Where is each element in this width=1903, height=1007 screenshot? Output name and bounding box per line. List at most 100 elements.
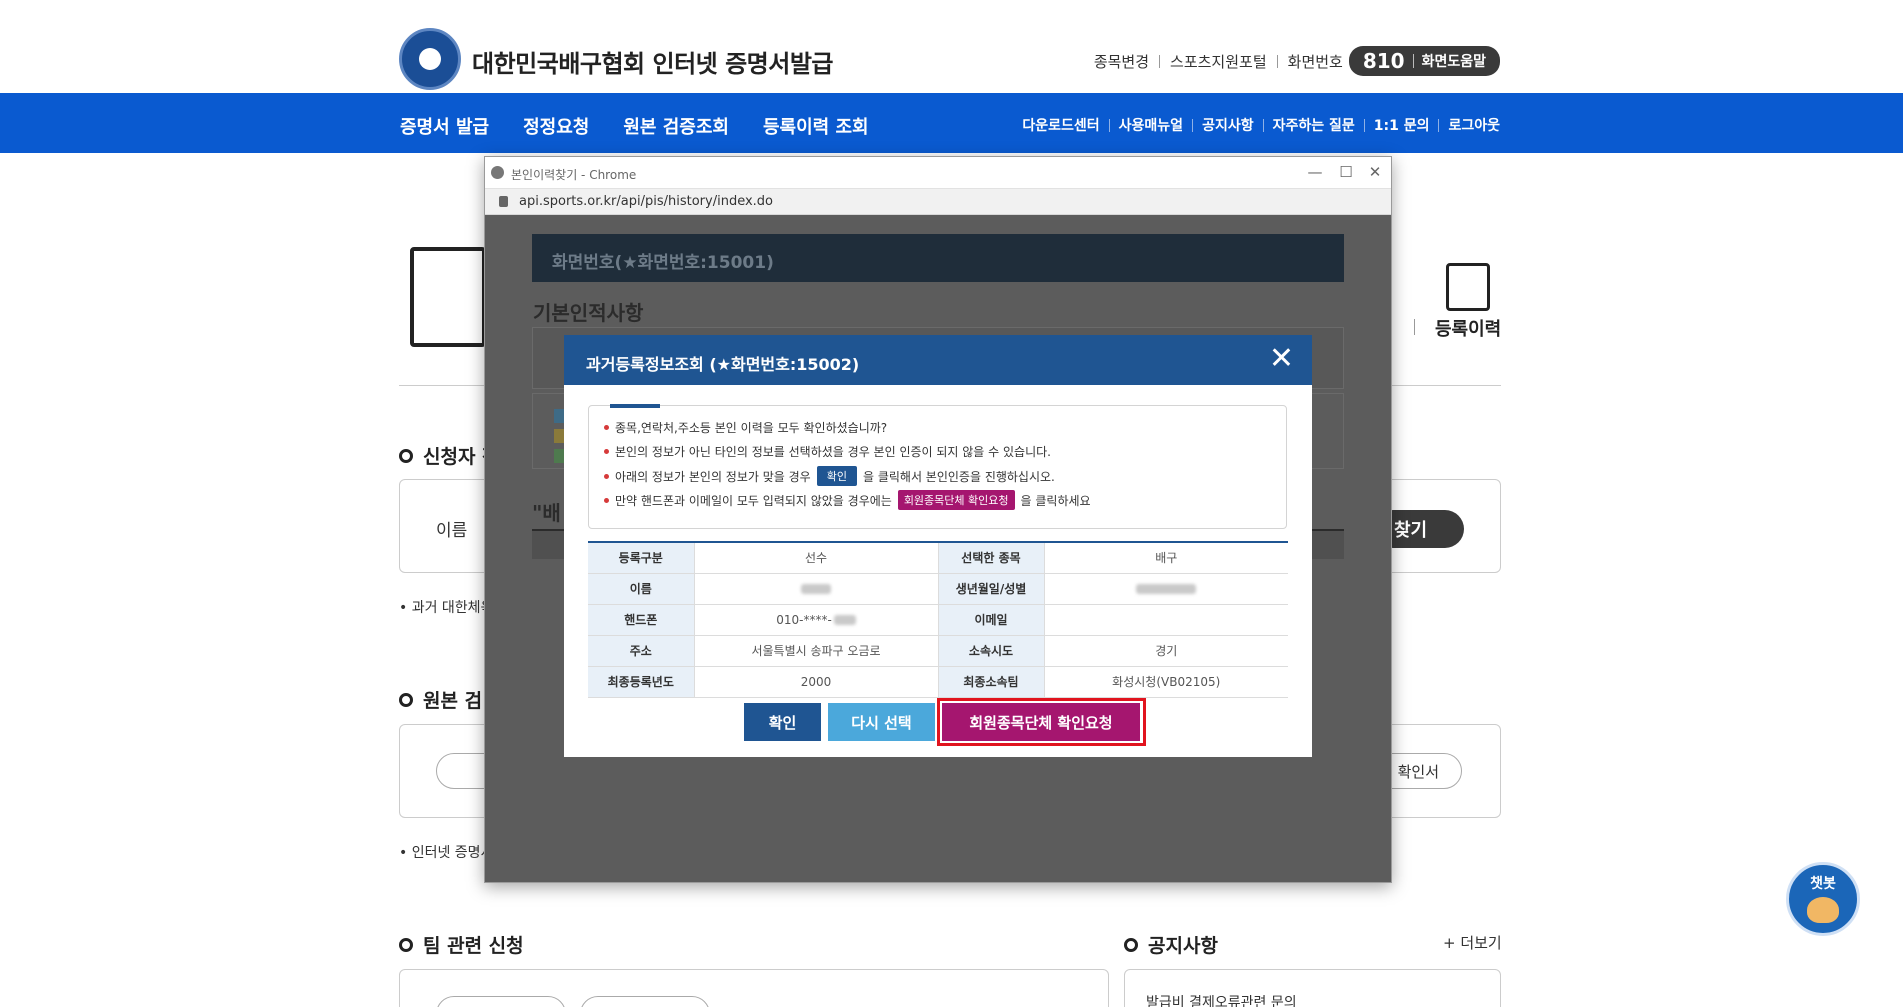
red-bullet-icon [604,473,609,479]
table-cell: 서울특별시 송파구 오금로 [694,635,939,667]
table-row: 최종등록년도 2000 최종소속팀 화성시청(VB02105) [588,666,1288,698]
table-row: 주소 서울특별시 송파구 오금로 소속시도 경기 [588,635,1288,667]
table-header-cell: 주소 [588,635,695,667]
original-section-title: 원본 검 [399,686,482,713]
maximize-icon[interactable]: ☐ [1336,163,1356,181]
menu-correction-request[interactable]: 정정요청 [523,113,589,139]
confirm-tag: 확인 [816,466,857,486]
name-label: 이름 [436,521,468,541]
info-line-3: 아래의 정보가 본인의 정보가 맞을 경우 확인 을 클릭해서 본인인증을 진행… [604,466,1055,486]
past-note: • 과거 대한체육 [399,600,494,616]
inner-page-header: 화면번호(★화면번호:15001) [532,234,1344,282]
modal-header: 과거등록정보조회 (★화면번호:15002) ✕ [564,335,1312,385]
menu-certificate-issue[interactable]: 증명서 발급 [400,113,489,139]
confirm-button[interactable]: 확인 [744,703,821,741]
certificate-icon [410,247,486,347]
team-section-label: 팀 관련 신청 [423,935,524,957]
close-window-icon[interactable]: ✕ [1365,163,1385,181]
info-line-4-suffix: 을 클릭하세요 [1020,493,1091,508]
divider [1414,319,1415,335]
registration-info-table: 등록구분 선수 선택한 종목 배구 이름 생년월일/성별 핸드폰 010-***… [588,541,1288,698]
table-cell-redacted [694,573,939,605]
divider [1108,118,1110,132]
screen-help-button[interactable]: 810 화면도움말 [1348,46,1500,76]
minimize-icon[interactable]: — [1305,163,1325,181]
red-bullet-icon [604,497,609,503]
inner-marker [554,449,564,463]
top-link-sport-change[interactable]: 종목변경 [1094,51,1149,72]
info-tab-accent [610,404,660,408]
window-title: 본인이력찾기 - Chrome [511,168,637,182]
circle-bullet-icon [399,937,413,952]
info-line-3-suffix: 을 클릭해서 본인인증을 진행하십시오. [862,469,1055,484]
reselect-button[interactable]: 다시 선택 [828,703,935,741]
main-menu: 증명서 발급 정정요청 원본 검증조회 등록이력 조회 [400,113,869,139]
history-modal: 과거등록정보조회 (★화면번호:15002) ✕ 종목,연락처,주소등 본인 이… [564,335,1312,757]
table-header-cell: 등록구분 [588,542,695,574]
table-header-cell: 핸드폰 [588,604,695,636]
original-section-label: 원본 검 [423,690,483,712]
red-bullet-icon [604,425,609,430]
util-notice[interactable]: 공지사항 [1202,115,1254,135]
table-row: 핸드폰 010-****- 이메일 [588,604,1288,636]
util-user-manual[interactable]: 사용매뉴얼 [1119,115,1183,135]
table-cell [1044,604,1288,636]
util-logout[interactable]: 로그아웃 [1448,115,1500,135]
circle-bullet-icon [399,692,413,707]
team-pill-2[interactable] [580,996,710,1007]
url-text[interactable]: api.sports.or.kr/api/pis/history/index.d… [519,194,773,209]
chatbot-button[interactable]: 챗봇 [1786,862,1860,936]
table-cell: 선수 [694,542,939,574]
util-menu: 다운로드센터 사용매뉴얼 공지사항 자주하는 질문 1:1 문의 로그아웃 [1022,115,1500,135]
clipboard-icon [1446,263,1490,311]
info-line-2: 본인의 정보가 아닌 타인의 정보를 선택하셨을 경우 본인 인증이 되지 않을… [604,443,1051,460]
chatbot-label: 챗봇 [1810,876,1836,892]
registration-history-link[interactable]: 등록이력 [1435,315,1501,341]
divider [1438,118,1440,132]
table-cell: 010-****- [694,604,939,636]
menu-registration-history[interactable]: 등록이력 조회 [763,113,869,139]
menu-original-verify[interactable]: 원본 검증조회 [623,113,729,139]
notice-more-link[interactable]: + 더보기 [1443,932,1502,953]
address-bar[interactable]: api.sports.or.kr/api/pis/history/index.d… [485,189,1391,215]
divider [1192,118,1194,132]
util-inquiry[interactable]: 1:1 문의 [1374,115,1430,135]
divider [1262,118,1264,132]
notice-item[interactable]: 발급비 결제오류관련 문의 [1146,992,1297,1007]
phone-prefix: 010-****- [776,612,832,627]
info-line-4: 만약 핸드폰과 이메일이 모두 입력되지 않았을 경우에는 회원종목단체 확인요… [604,490,1091,510]
divider [1276,54,1278,68]
util-faq[interactable]: 자주하는 질문 [1273,115,1355,135]
request-tag: 회원종목단체 확인요청 [897,490,1015,510]
divider [1159,54,1161,68]
info-line-1-text: 종목,연락처,주소등 본인 이력을 모두 확인하셨습니까? [615,421,888,435]
info-line-2-text: 본인의 정보가 아닌 타인의 정보를 선택하셨을 경우 본인 인증이 되지 않을… [615,445,1051,459]
divider [1412,54,1414,68]
table-row: 등록구분 선수 선택한 종목 배구 [588,542,1288,574]
table-cell: 화성시청(VB02105) [1044,666,1288,698]
inner-quote-text: "배 [532,501,561,525]
table-cell: 2000 [694,666,939,698]
top-link-screen-number-label: 화면번호 [1287,52,1343,71]
table-header-cell: 최종소속팀 [938,666,1045,698]
top-link-sports-portal[interactable]: 스포츠지원포털 [1170,51,1267,72]
table-header-cell: 이름 [588,573,695,605]
table-header-cell: 이메일 [938,604,1045,636]
table-cell: 경기 [1044,635,1288,667]
screen-help-label: 화면도움말 [1421,54,1486,70]
window-titlebar[interactable]: 본인이력찾기 - Chrome — ☐ ✕ [485,157,1391,189]
site-header: 대한민국배구협회 인터넷 증명서발급 종목변경 스포츠지원포털 화면번호 810… [0,0,1903,93]
info-line-1: 종목,연락처,주소등 본인 이력을 모두 확인하셨습니까? [604,419,887,436]
chrome-popup-window: 본인이력찾기 - Chrome — ☐ ✕ api.sports.or.kr/a… [484,156,1392,883]
team-pill-1[interactable] [436,996,566,1007]
util-download-center[interactable]: 다운로드센터 [1022,115,1099,135]
table-header-cell: 소속시도 [938,635,1045,667]
top-links: 종목변경 스포츠지원포털 화면번호 810 화면도움말 [1094,46,1500,76]
site-title[interactable]: 대한민국배구협회 인터넷 증명서발급 [472,44,834,79]
inner-marker [554,409,564,423]
info-line-3-text: 아래의 정보가 본인의 정보가 맞을 경우 [615,469,811,484]
modal-close-icon[interactable]: ✕ [1269,344,1294,374]
kva-logo-icon[interactable] [399,28,461,90]
notice-section-title: 공지사항 [1124,931,1218,958]
red-bullet-icon [604,449,609,454]
